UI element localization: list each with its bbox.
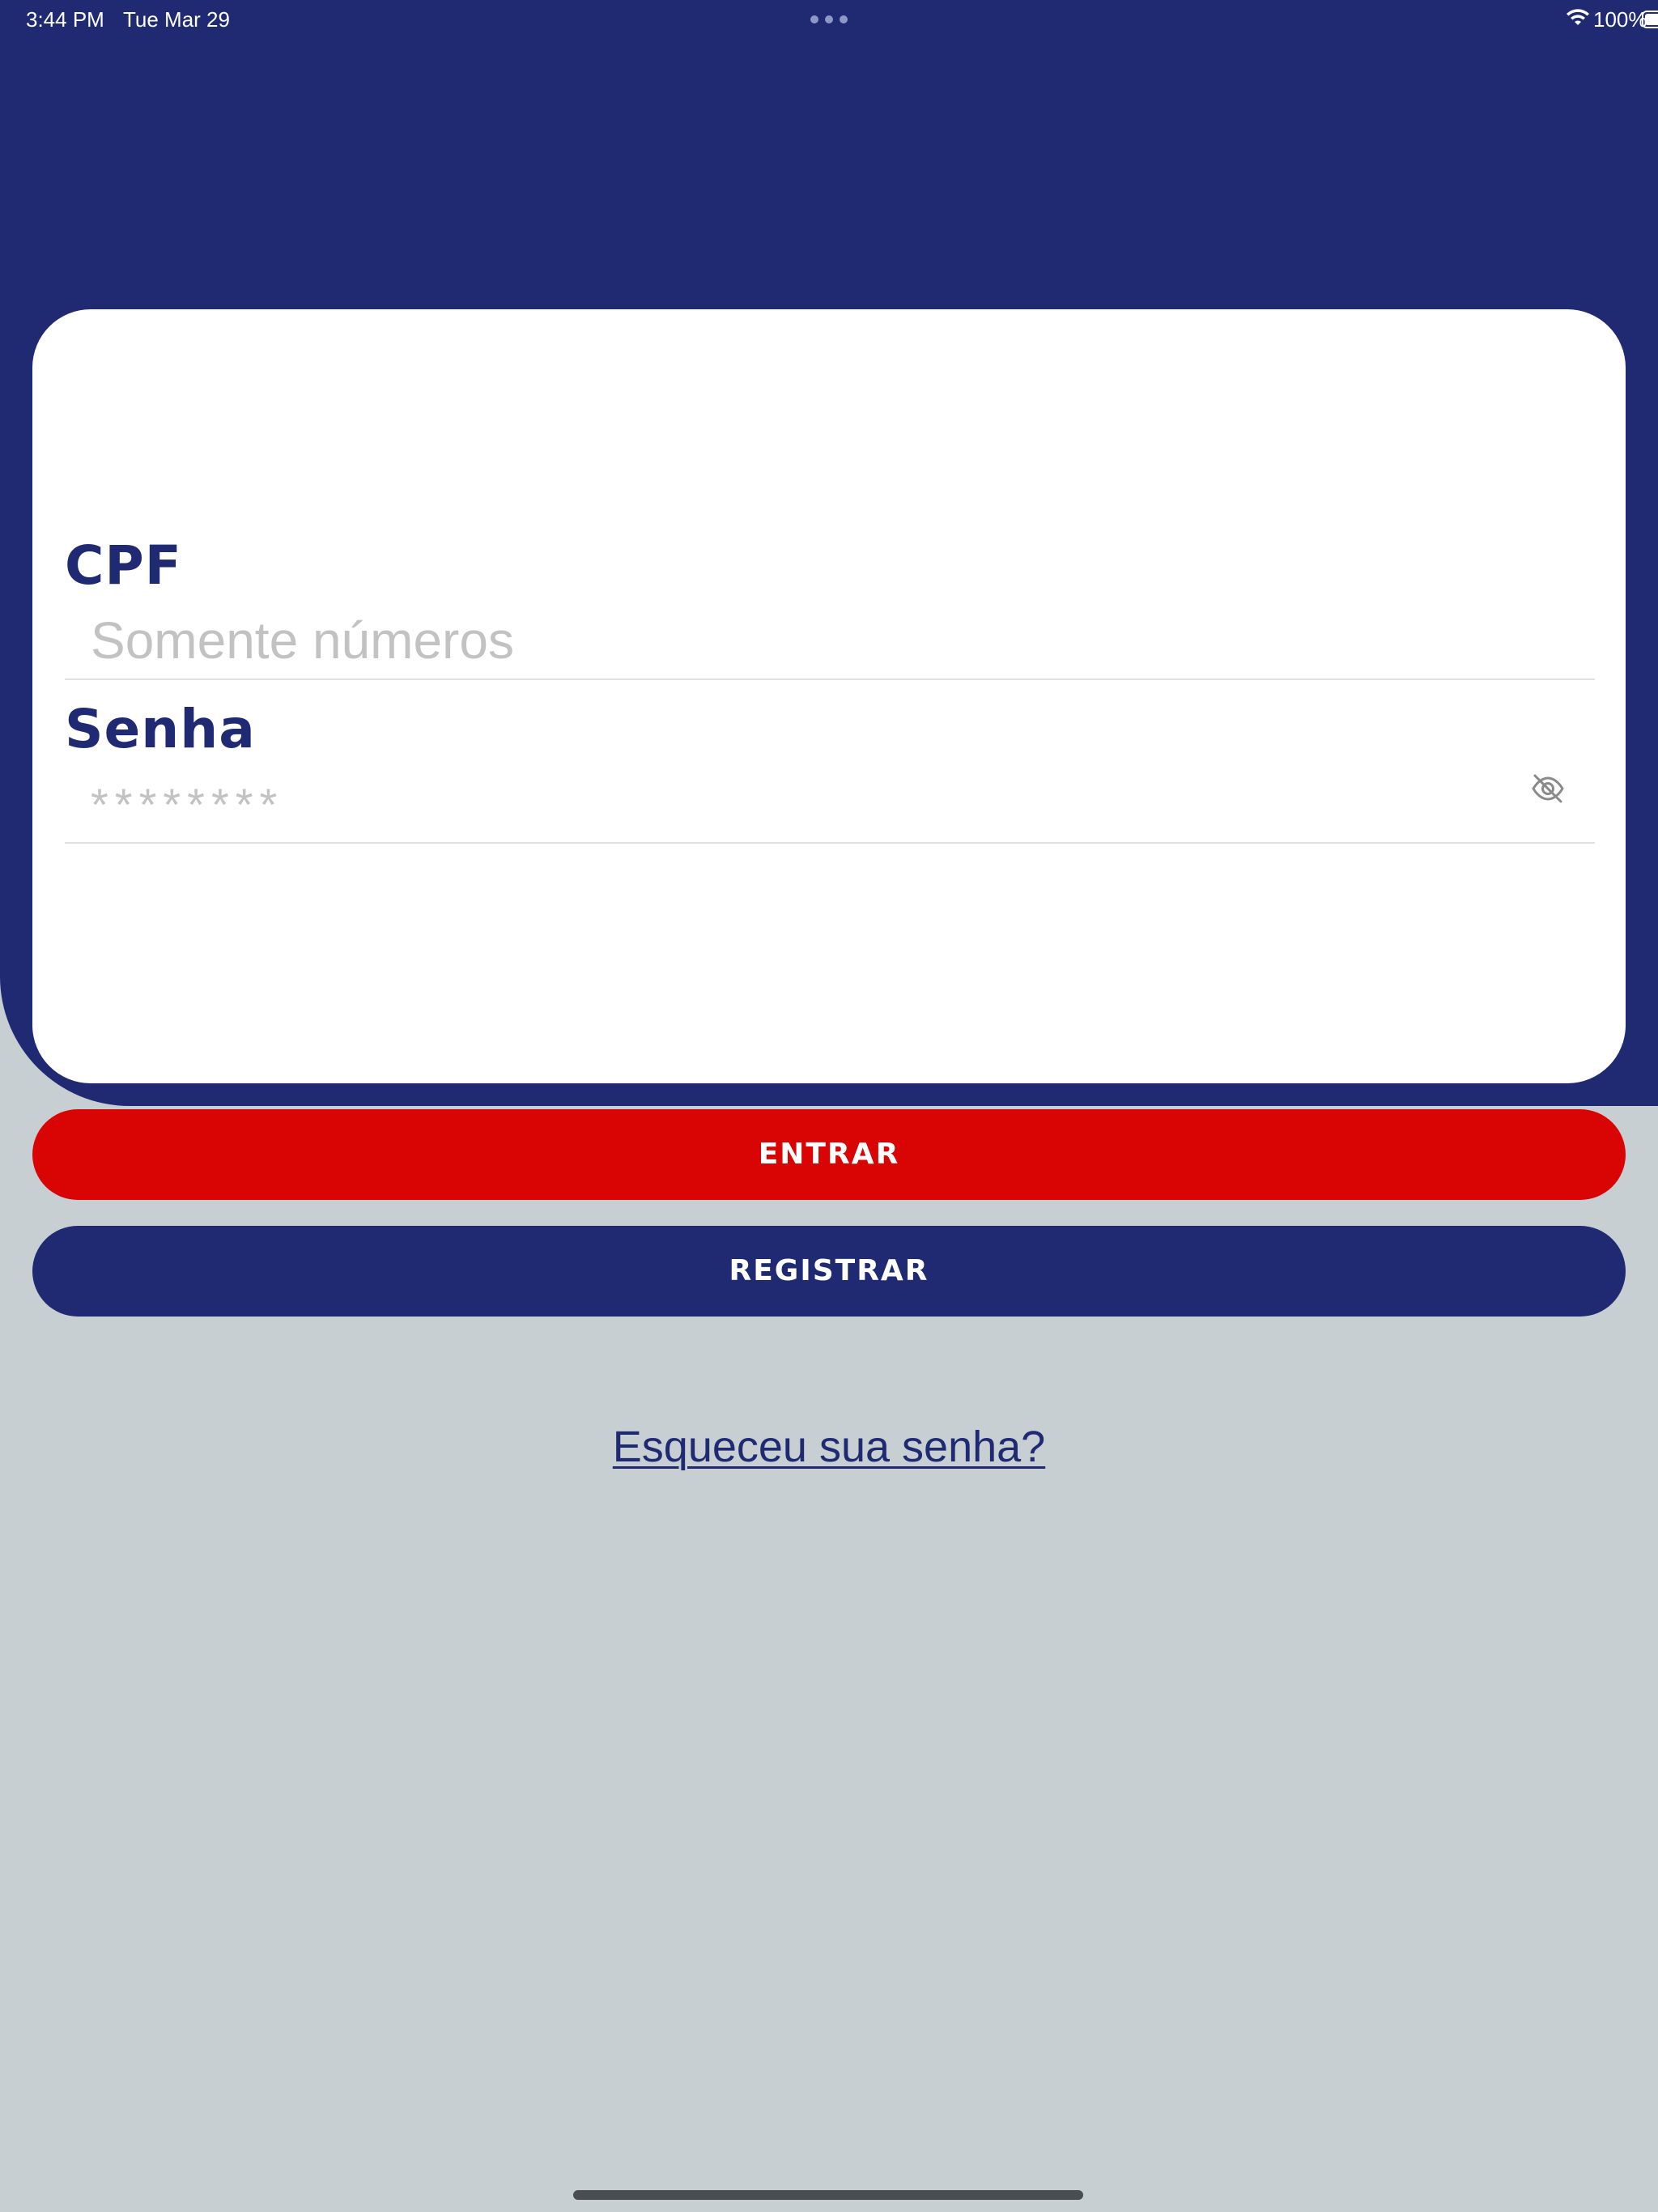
eye-off-icon[interactable] (1528, 769, 1567, 808)
senha-underline (65, 842, 1595, 844)
registrar-button[interactable]: REGISTRAR (32, 1226, 1626, 1317)
entrar-button[interactable]: ENTRAR (32, 1109, 1626, 1200)
cpf-input[interactable] (65, 606, 1595, 675)
status-time: 3:44 PM (26, 7, 104, 32)
senha-input[interactable] (65, 768, 1595, 840)
cpf-underline (65, 678, 1595, 680)
status-bar: 3:44 PM Tue Mar 29 100% (0, 0, 1658, 39)
battery-percentage: 100% (1593, 7, 1647, 32)
more-dots-icon[interactable] (810, 15, 848, 23)
login-card: CPF Senha (32, 309, 1626, 1083)
battery-icon (1642, 11, 1658, 28)
cpf-label: CPF (65, 534, 182, 597)
forgot-password-container: Esqueceu sua senha? (0, 1422, 1658, 1472)
forgot-password-link[interactable]: Esqueceu sua senha? (613, 1423, 1045, 1471)
home-indicator[interactable] (573, 2190, 1083, 2200)
wifi-icon (1567, 9, 1589, 25)
senha-label: Senha (65, 698, 256, 760)
status-date: Tue Mar 29 (123, 7, 230, 32)
